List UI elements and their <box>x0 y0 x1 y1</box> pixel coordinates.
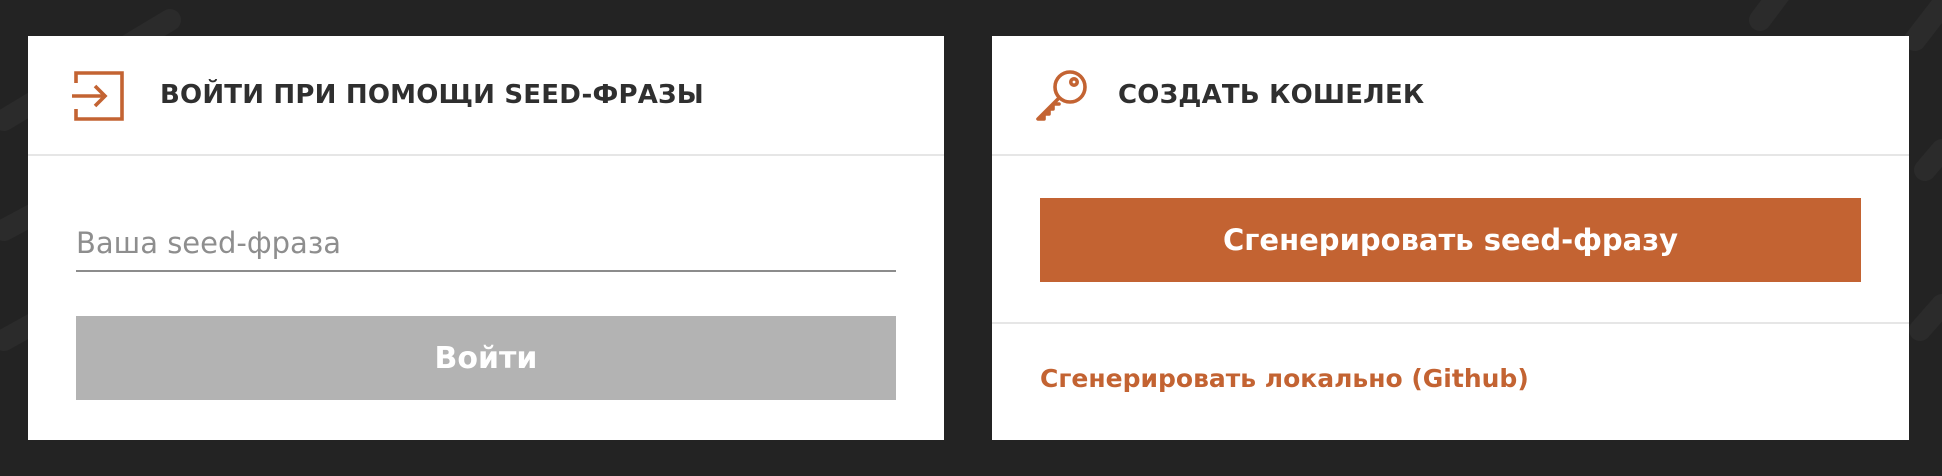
login-card-title: ВОЙТИ ПРИ ПОМОЩИ SEED-ФРАЗЫ <box>160 80 704 110</box>
create-wallet-card: СОЗДАТЬ КОШЕЛЕК Сгенерировать seed-фразу… <box>992 36 1909 440</box>
key-icon <box>1034 67 1090 123</box>
generate-locally-github-link[interactable]: Сгенерировать локально (Github) <box>1040 364 1529 393</box>
login-card-header: ВОЙТИ ПРИ ПОМОЩИ SEED-ФРАЗЫ <box>28 36 944 156</box>
seed-phrase-input[interactable] <box>76 222 896 270</box>
create-wallet-card-header: СОЗДАТЬ КОШЕЛЕК <box>992 36 1909 156</box>
seed-phrase-field <box>76 222 896 272</box>
login-button[interactable]: Войти <box>76 316 896 400</box>
divider <box>992 322 1909 324</box>
login-arrow-icon <box>70 67 126 123</box>
create-wallet-card-title: СОЗДАТЬ КОШЕЛЕК <box>1118 80 1425 110</box>
login-card: ВОЙТИ ПРИ ПОМОЩИ SEED-ФРАЗЫ Войти <box>28 36 944 440</box>
generate-seed-button[interactable]: Сгенерировать seed-фразу <box>1040 198 1861 282</box>
